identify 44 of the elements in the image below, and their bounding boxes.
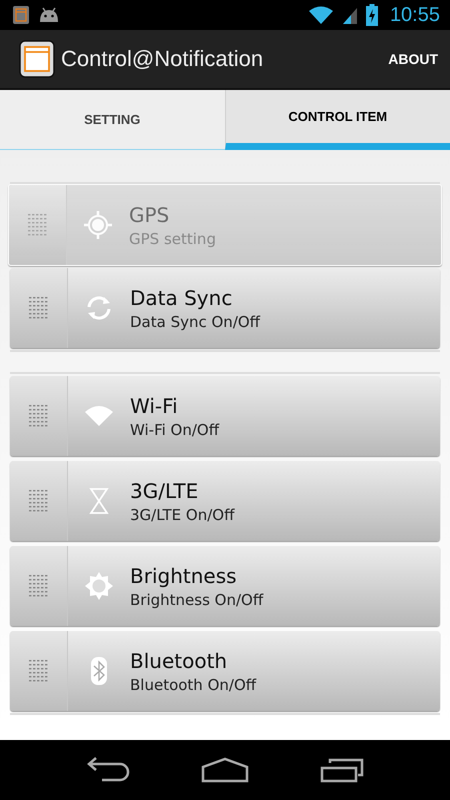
item-title: Wi-Fi: [130, 394, 179, 418]
grip-icon: [28, 297, 48, 319]
wifi-signal-icon: [308, 5, 334, 25]
clock-time: 10:55: [390, 4, 440, 26]
tab[interactable]: CONTROL ITEM: [224, 90, 450, 150]
app-logo-icon: [19, 40, 55, 78]
about-button[interactable]: ABOUT: [388, 47, 438, 71]
back-icon[interactable]: [86, 757, 130, 783]
item-subtitle: GPS setting: [129, 230, 216, 248]
list-item[interactable]: Data Sync Data Sync On/Off: [10, 268, 440, 348]
battery-charging-icon: [366, 4, 378, 26]
list-item[interactable]: 3G/LTE 3G/LTE On/Off: [10, 461, 440, 541]
list-item[interactable]: Wi-Fi Wi-Fi On/Off: [10, 376, 440, 456]
grip-icon: [28, 214, 48, 236]
drag-handle[interactable]: [10, 546, 68, 626]
grip-icon: [28, 575, 48, 597]
item-subtitle: Brightness On/Off: [130, 590, 264, 608]
android-icon: [38, 7, 60, 23]
item-subtitle: Data Sync On/Off: [130, 312, 260, 330]
app-title: Control@Notification: [61, 46, 264, 72]
item-subtitle: Bluetooth On/Off: [130, 676, 256, 694]
recent-apps-icon[interactable]: [320, 757, 364, 783]
item-title: Brightness: [130, 564, 238, 588]
drag-handle[interactable]: [10, 461, 68, 541]
item-title: GPS: [129, 202, 170, 226]
item-title: Bluetooth: [130, 648, 228, 672]
dragged-item[interactable]: GPS GPS setting: [8, 184, 442, 266]
item-subtitle: 3G/LTE On/Off: [130, 506, 234, 524]
grip-icon: [28, 405, 48, 427]
drag-handle[interactable]: [9, 185, 67, 265]
list-item[interactable]: Bluetooth Bluetooth On/Off: [10, 631, 440, 711]
app-icon: [12, 5, 30, 25]
list-item[interactable]: Brightness Brightness On/Off: [10, 546, 440, 626]
drag-handle[interactable]: [10, 376, 68, 456]
grip-icon: [28, 490, 48, 512]
item-title: 3G/LTE: [130, 478, 200, 502]
drag-handle[interactable]: [10, 268, 68, 348]
crosshair-icon: [82, 209, 114, 241]
sun-icon: [83, 570, 115, 602]
item-subtitle: Wi-Fi On/Off: [130, 420, 220, 438]
item-title: Data Sync: [130, 286, 234, 310]
home-icon[interactable]: [200, 757, 249, 783]
drag-handle[interactable]: [10, 631, 68, 711]
grip-icon: [28, 660, 48, 682]
